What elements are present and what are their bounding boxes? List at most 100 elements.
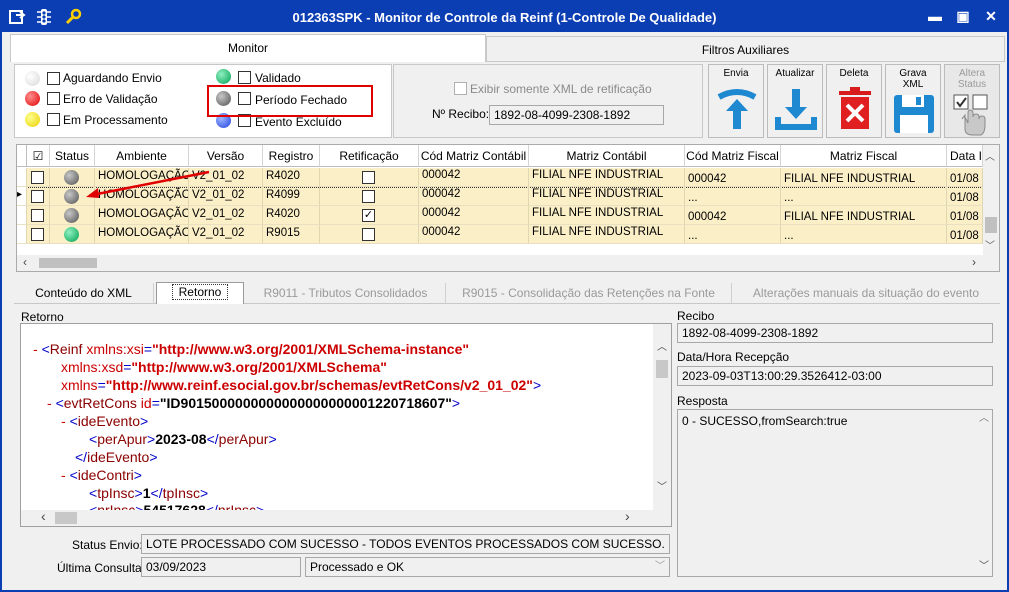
- right-recibo-field[interactable]: 1892-08-4099-2308-1892: [677, 323, 993, 343]
- tab-r9015[interactable]: R9015 - Consolidação das Retenções na Fo…: [446, 283, 732, 304]
- table-row[interactable]: HOMOLOGAÇÃO V2_01_02 R9015 000042 FILIAL NFE…: [17, 225, 997, 244]
- hscroll-thumb[interactable]: [39, 258, 97, 268]
- row-registro: R4020: [263, 206, 320, 225]
- xml-tpinsc-value: 1: [142, 485, 151, 501]
- row-select-checkbox[interactable]: [31, 209, 44, 222]
- grid-header-select[interactable]: ☑: [27, 145, 50, 167]
- retificacao-checkbox[interactable]: [454, 82, 467, 95]
- row-matriz-contabil: FILIAL NFE INDUSTRIAL: [529, 225, 685, 244]
- retorno-label: Retorno: [21, 310, 64, 324]
- tab-conteudo-xml[interactable]: Conteúdo do XML: [14, 283, 154, 304]
- xml-evtretcons-tag: evtRetCons: [63, 395, 137, 411]
- row-data: 01/08: [947, 168, 983, 187]
- erro-label: Erro de Validação: [63, 92, 158, 106]
- tab-filtros-auxiliares[interactable]: Filtros Auxiliares: [486, 36, 1005, 62]
- grid-header-data[interactable]: Data I: [947, 145, 983, 167]
- row-select[interactable]: [27, 168, 50, 187]
- row-retificacao[interactable]: [320, 168, 419, 187]
- events-grid[interactable]: ☑ Status Ambiente Versão Registro Retifi…: [16, 144, 1000, 272]
- altera-status-button[interactable]: Altera Status: [944, 64, 1000, 138]
- ultima-consulta-label: Última Consulta:: [57, 561, 146, 575]
- minimize-button[interactable]: ▬: [924, 7, 946, 25]
- row-select[interactable]: [27, 225, 50, 244]
- atualizar-label: Atualizar: [775, 68, 815, 79]
- tab-retorno[interactable]: Retorno: [156, 282, 244, 304]
- tab-r9011[interactable]: R9011 - Tributos Consolidados: [246, 283, 446, 304]
- row-select-checkbox[interactable]: [31, 171, 44, 184]
- grid-header-matriz-contabil[interactable]: Matriz Contábil: [529, 145, 685, 167]
- status-ball-icon: [64, 189, 79, 204]
- grid-header-registro[interactable]: Registro: [263, 145, 320, 167]
- atualizar-button[interactable]: Atualizar: [767, 64, 823, 138]
- status-envio-field[interactable]: LOTE PROCESSADO COM SUCESSO - TODOS EVEN…: [141, 534, 670, 554]
- grava-xml-button[interactable]: Grava XML: [885, 64, 941, 138]
- green-status-icon: [216, 69, 231, 84]
- row-select[interactable]: [27, 206, 50, 225]
- resposta-field[interactable]: 0 - SUCESSO,fromSearch:true ︿ ﹀: [677, 409, 993, 577]
- grid-vertical-scrollbar[interactable]: ︿ ﹀: [983, 145, 999, 255]
- recibo-field[interactable]: 1892-08-4099-2308-1892: [489, 105, 664, 125]
- scroll-thumb[interactable]: [985, 217, 997, 233]
- xml-vscrollbar[interactable]: ︿ ﹀: [653, 324, 671, 510]
- row-select-checkbox[interactable]: [31, 190, 44, 203]
- row-select-checkbox[interactable]: [31, 228, 44, 241]
- xml-scroll-left-icon[interactable]: ‹: [41, 508, 46, 524]
- grid-header-matriz-fiscal[interactable]: Matriz Fiscal: [781, 145, 947, 167]
- window-title: 012363SPK - Monitor de Controle da Reinf…: [292, 10, 717, 25]
- tab-alteracoes[interactable]: Alterações manuais da situação do evento: [732, 283, 1000, 304]
- scroll-down-icon[interactable]: ﹀: [985, 237, 995, 252]
- row-retificacao[interactable]: [320, 225, 419, 244]
- row-ambiente: HOMOLOGAÇÃO: [95, 206, 189, 225]
- erro-checkbox[interactable]: [47, 92, 60, 105]
- grid-header-retificacao[interactable]: Retificação: [320, 145, 419, 167]
- grid-header-ambiente[interactable]: Ambiente: [95, 145, 189, 167]
- scroll-up-icon[interactable]: ︿: [985, 148, 995, 163]
- row-status: [50, 225, 95, 244]
- resposta-scrollbar[interactable]: ︿ ﹀: [976, 410, 992, 576]
- delete-icon: [839, 87, 871, 129]
- xml-viewer[interactable]: - <Reinf xmlns:xsi="http://www.w3.org/20…: [20, 323, 672, 527]
- scroll-right-icon[interactable]: ›: [972, 255, 976, 269]
- retificacao-row-checkbox[interactable]: [362, 171, 375, 184]
- row-select[interactable]: [27, 187, 50, 206]
- close-button[interactable]: ✕: [980, 7, 1002, 25]
- grid-header-cod-contabil[interactable]: Cód Matriz Contábil: [419, 145, 529, 167]
- restore-button[interactable]: ▣: [952, 7, 974, 25]
- xml-hscroll-thumb[interactable]: [55, 512, 77, 524]
- retificacao-row-checkbox[interactable]: [362, 190, 375, 203]
- processamento-checkbox[interactable]: [47, 113, 60, 126]
- xml-vscroll-thumb[interactable]: [656, 360, 668, 378]
- row-indicator: [17, 168, 27, 187]
- row-retificacao[interactable]: ✓: [320, 206, 419, 225]
- envia-button[interactable]: Envia: [708, 64, 764, 138]
- retificacao-row-checkbox[interactable]: ✓: [362, 209, 375, 222]
- grid-header-cod-fiscal[interactable]: Cód Matriz Fiscal: [685, 145, 781, 167]
- xml-scroll-up-icon[interactable]: ︿: [657, 338, 667, 353]
- highlight-box: [207, 85, 373, 117]
- xml-scroll-right-icon[interactable]: ›: [625, 508, 630, 524]
- aguardando-checkbox[interactable]: [47, 72, 60, 85]
- xml-scroll-down-icon[interactable]: ﹀: [657, 478, 667, 493]
- data-recepcao-field[interactable]: 2023-09-03T13:00:29.3526412-03:00: [677, 366, 993, 386]
- scroll-left-icon[interactable]: ‹: [23, 255, 27, 269]
- grid-header-status[interactable]: Status: [50, 145, 95, 167]
- grid-horizontal-scrollbar[interactable]: ‹ ›: [17, 255, 999, 271]
- xml-ideevento-close: ideEvento: [87, 449, 150, 465]
- grid-header-versao[interactable]: Versão: [189, 145, 263, 167]
- consulta-status-select[interactable]: Processado e OK ﹀: [305, 557, 670, 577]
- row-retificacao[interactable]: [320, 187, 419, 206]
- retificacao-row-checkbox[interactable]: [362, 228, 375, 241]
- ultima-consulta-field[interactable]: 03/09/2023: [141, 557, 301, 577]
- xml-hscrollbar[interactable]: ‹ ›: [21, 508, 671, 526]
- deleta-button[interactable]: Deleta: [826, 64, 882, 138]
- resposta-scroll-down-icon[interactable]: ﹀: [979, 558, 989, 576]
- validado-checkbox[interactable]: [238, 71, 251, 84]
- status-ball-icon: [64, 227, 79, 242]
- legend-panel: Aguardando Envio Erro de Validação Em Pr…: [14, 64, 392, 138]
- row-cod-contabil: 000042: [419, 206, 529, 225]
- tab-monitor[interactable]: Monitor: [10, 34, 486, 62]
- resposta-scroll-up-icon[interactable]: ︿: [979, 410, 989, 428]
- xml-attr-id: id: [140, 395, 152, 411]
- table-row[interactable]: HOMOLOGAÇÃO V2_01_02 R4020 ✓ 000042 FILIAL NF…: [17, 206, 997, 225]
- row-indicator: ▸: [17, 187, 27, 206]
